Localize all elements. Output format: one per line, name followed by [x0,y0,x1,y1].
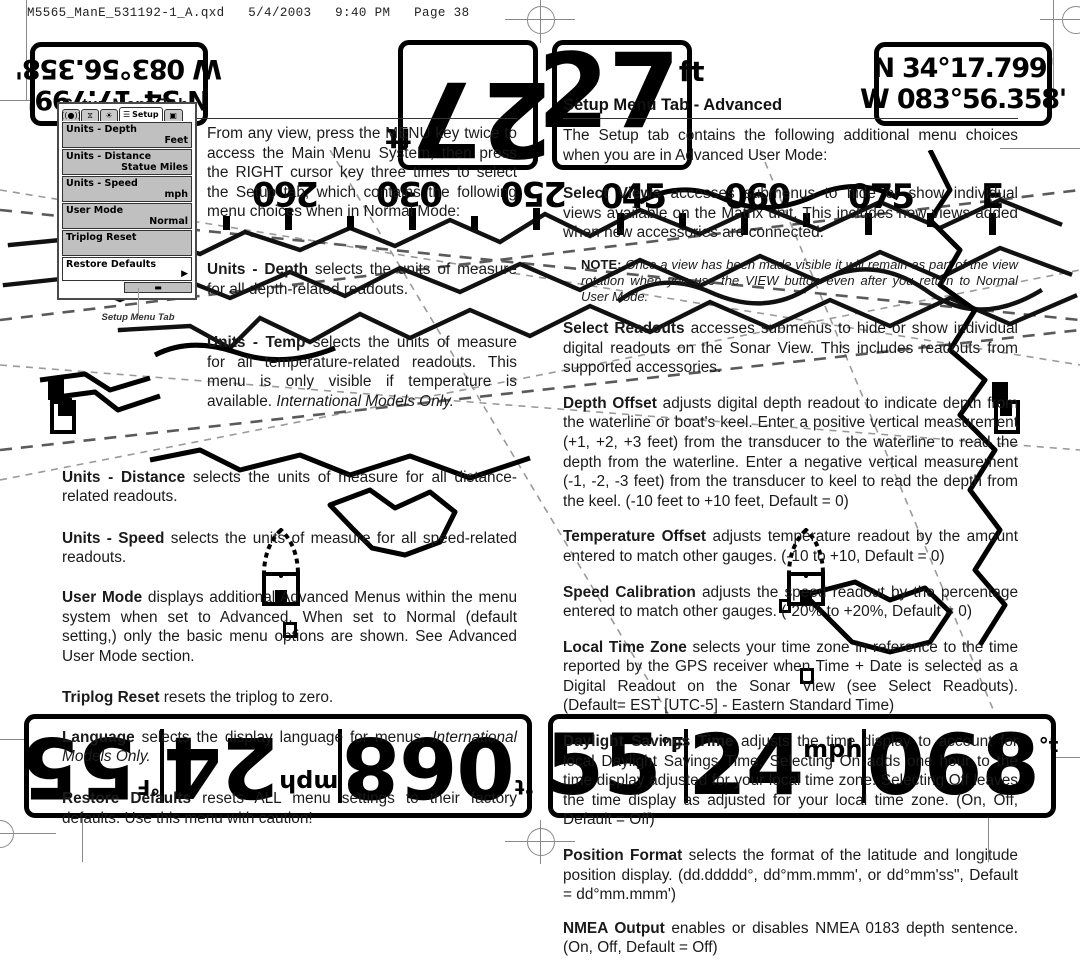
menu-item-triplog-reset[interactable]: Triplog Reset [62,230,192,256]
term: User Mode [62,588,143,606]
paragraph: User Mode displays additional Advanced M… [62,588,517,666]
menu-item-label: Restore Defaults [66,259,157,270]
registration-mark-top [527,6,555,34]
registration-mark-bottom [527,828,555,856]
term: Restore Defaults [62,790,192,808]
right-section-heading: Setup Menu Tab - Advanced [563,96,1018,119]
term: Units - Speed [62,529,165,547]
longitude-value: W 083°56.358' [16,53,222,84]
menu-item-label: Units - Speed [66,178,138,189]
readout-unit: °t [1038,733,1059,758]
depth-unit: ft [678,55,705,88]
paragraph: Units - Speed selects the units of measu… [62,529,517,568]
menu-item-units-distance[interactable]: Units - Distance Statue Miles [62,149,192,175]
paragraph-text: selects the display language for menus. [134,728,433,746]
menu-scrollbar[interactable]: ▬ [124,282,192,293]
setup-menu-screenshot[interactable]: ((●)) ⧖ ☀ ☰ Setup ▣ Units - Depth Feet U… [57,102,197,300]
sun-icon: ☀ [105,111,113,120]
note-text: Once a view has been made visible it wil… [581,256,1018,304]
paragraph-text: The Setup tab contains the following add… [563,127,1018,164]
paragraph: Units - Depth selects the units of measu… [207,260,517,299]
menu-item-label: Units - Depth [66,124,137,135]
paragraph-italic: International Models Only. [276,392,454,410]
paragraph: NMEA Output enables or disables NMEA 018… [563,919,1018,958]
menu-item-label: Units - Distance [66,151,152,162]
paragraph: Select Readouts accesses submenus to hid… [563,319,1018,378]
alarms-tab-icon[interactable]: ((●)) [61,109,81,121]
crop-line-left-v [26,0,27,100]
term: Speed Calibration [563,583,696,601]
note-label: NOTE: [581,256,622,272]
paragraph: Position Format selects the format of th… [563,846,1018,905]
term: Position Format [563,847,683,865]
paragraph: Triplog Reset resets the triplog to zero… [62,688,517,708]
right-column: Setup Menu Tab - Advanced The Setup tab … [563,96,1018,972]
term: Units - Temp [207,334,306,352]
paragraph: Units - Distance selects the units of me… [62,468,517,507]
paragraph: Restore Defaults resets ALL menu setting… [62,789,517,828]
menu-item-value: mph [164,189,188,200]
sonar-tab-icon[interactable]: ⧖ [81,109,99,121]
note-block: NOTE: Once a view has been made visible … [581,257,1018,305]
registration-cross-left-mid-h [0,833,56,834]
views-icon: ▣ [169,111,177,120]
menu-item-restore-defaults[interactable]: Restore Defaults ▶ [62,257,192,281]
scroll-thumb-icon: ▬ [154,282,162,292]
paragraph: Local Time Zone selects your time zone i… [563,638,1018,716]
menu-item-label: User Mode [66,205,124,216]
paragraph: Temperature Offset adjusts temperature r… [563,527,1018,566]
term: Daylight Savings Time [563,733,734,751]
term: Units - Distance [62,468,186,486]
registration-mark-left-mid [0,820,14,848]
paragraph: From any view, press the MENU key twice … [207,124,517,222]
registration-cross-bottom-v [540,820,541,864]
term: NMEA Output [563,919,665,937]
figure-callout-line [138,288,139,316]
menu-item-label: Triplog Reset [66,232,137,243]
menu-item-units-depth[interactable]: Units - Depth Feet [62,122,192,148]
display-tab-icon[interactable]: ☀ [100,109,118,121]
readout-unit: °t [514,774,535,799]
alarms-icon: ((●)) [61,111,81,120]
paragraph-text: From any view, press the MENU key twice … [207,125,517,221]
term: Select Readouts [563,319,685,337]
paragraph: The Setup tab contains the following add… [563,126,1018,165]
registration-cross-right-h [1040,19,1080,20]
registration-mark-right [1062,6,1080,34]
menu-item-units-speed[interactable]: Units - Speed mph [62,176,192,202]
term: Depth Offset [563,394,657,412]
paragraph: Daylight Savings Time adjusts the time d… [563,732,1018,830]
menu-item-value: Normal [149,216,188,227]
menu-item-value: Statue Miles [121,162,188,173]
term: Language [62,728,135,746]
paragraph: Language selects the display language fo… [62,728,517,767]
term: Local Time Zone [563,638,687,656]
print-header: M5565_ManE_531192-1_A.qxd 5/4/2003 9:40 … [27,6,470,20]
tab-setup[interactable]: ☰ Setup [119,107,163,121]
setup-icon: ☰ [123,110,131,119]
paragraph: Speed Calibration adjusts the speed read… [563,583,1018,622]
views-tab-icon[interactable]: ▣ [163,109,183,121]
menu-item-value: Feet [164,135,188,146]
chevron-right-icon[interactable]: ▶ [66,270,188,279]
term: Units - Depth [207,260,308,278]
menu-tab-row[interactable]: ((●)) ⧖ ☀ ☰ Setup ▣ [61,107,192,121]
term: Temperature Offset [563,528,707,546]
menu-item-user-mode[interactable]: User Mode Normal [62,203,192,229]
sonar-icon: ⧖ [87,110,93,120]
latitude-value: N 34°17.799' [872,53,1054,84]
paragraph: Select Views accesses submenus to hide o… [563,184,1018,243]
tab-setup-label: Setup [132,110,159,119]
term: Select Views [563,185,662,203]
term: Triplog Reset [62,689,160,707]
paragraph: Units - Temp selects the units of measur… [207,333,517,411]
paragraph-text: resets the triplog to zero. [159,689,334,707]
paragraph: Depth Offset adjusts digital depth reado… [563,394,1018,512]
